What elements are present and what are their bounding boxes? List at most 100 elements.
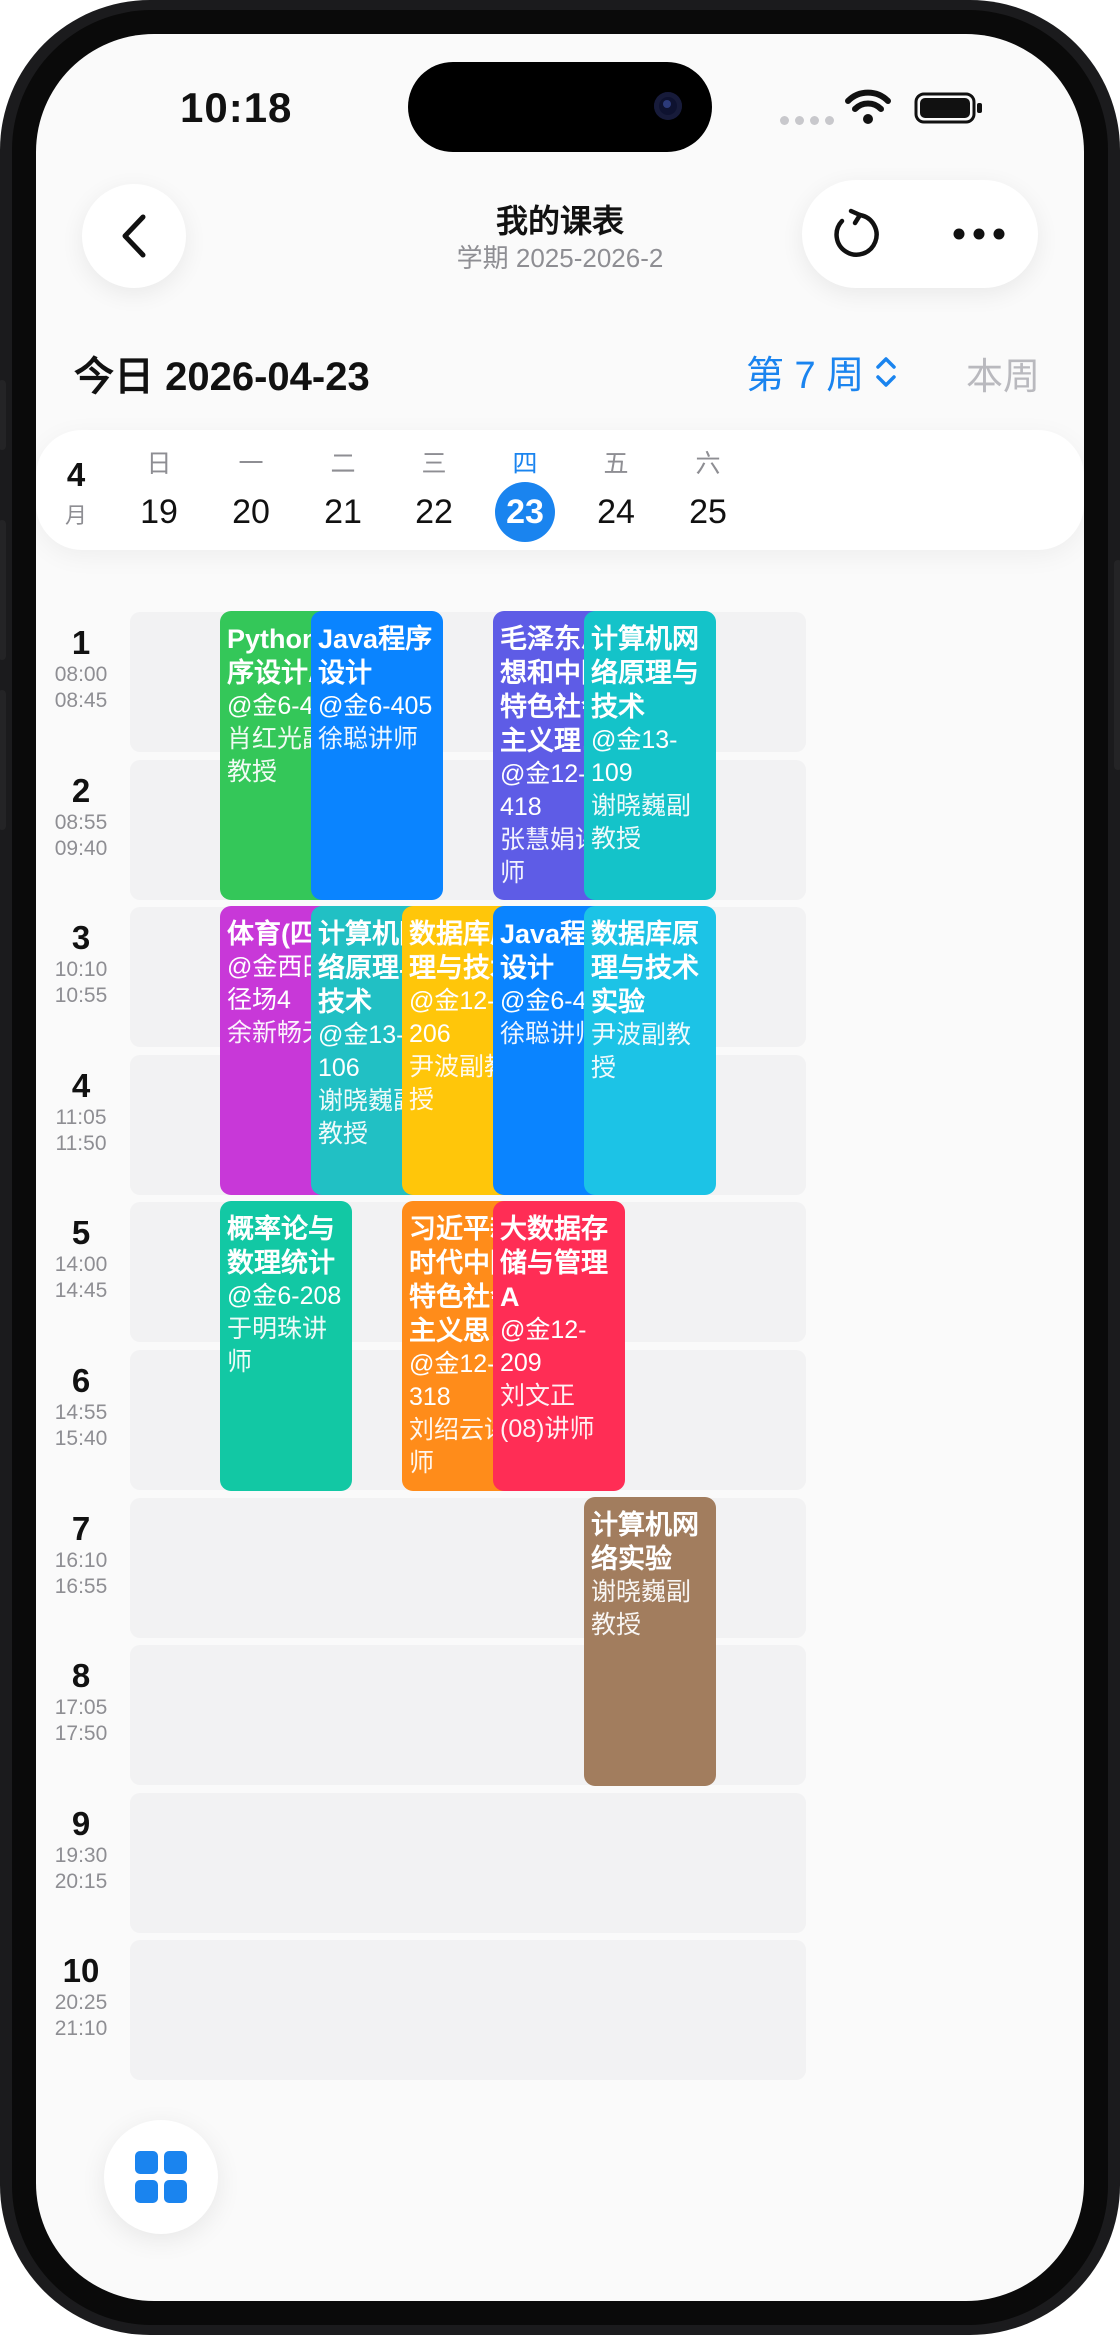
day-date: 21 — [324, 493, 362, 531]
course-name: Java程序设计 — [318, 624, 433, 688]
course-name: 计算机网络原理与技术 — [591, 624, 699, 722]
period-start-time: 14:55 — [54, 1401, 108, 1424]
header-actions — [802, 180, 1038, 288]
course-card[interactable]: Java程序设计 @金6-405 徐聪讲师 — [311, 611, 443, 901]
battery-icon — [914, 92, 982, 124]
dynamic-island — [408, 62, 712, 152]
course-card[interactable]: 数据库原理与技术实验 尹波副教授 — [584, 906, 716, 1196]
refresh-button[interactable] — [816, 194, 896, 274]
period-end-time: 17:50 — [54, 1722, 108, 1746]
period-start-time: 08:55 — [54, 810, 108, 834]
course-card[interactable]: 大数据存储与管理A @金12-209 刘文正(08)讲师 — [493, 1201, 625, 1491]
period-label: 4 11:05 11:50 — [36, 1051, 126, 1197]
period-number: 5 — [71, 1214, 91, 1252]
chevron-up-down-icon — [876, 356, 896, 387]
day-date: 20 — [232, 493, 270, 531]
period-number: 7 — [71, 1509, 91, 1547]
period-start-time: 11:05 — [55, 1105, 107, 1129]
wifi-icon — [845, 89, 891, 124]
course-card[interactable]: 计算机网络原理与技术 @金13-109 谢晓巍副教授 — [584, 611, 716, 901]
course-name: 数据库原理与技术实验 — [591, 919, 699, 1018]
period-end-time: 15:40 — [54, 1427, 108, 1450]
grid-icon — [135, 2151, 187, 2203]
period-end-time: 09:40 — [54, 836, 108, 860]
course-card[interactable]: 计算机网络实验 谢晓巍副教授 — [584, 1496, 716, 1786]
action-button — [0, 380, 6, 450]
day-date: 19 — [140, 493, 178, 531]
status-time: 10:18 — [180, 84, 293, 131]
period-number: 10 — [62, 1952, 100, 1990]
period-label: 3 10:10 10:55 — [36, 903, 126, 1049]
volume-down-button — [0, 690, 6, 830]
period-label: 5 14:00 14:45 — [36, 1198, 126, 1344]
period-label: 6 14:55 15:40 — [36, 1346, 126, 1492]
timetable-cell[interactable] — [676, 1940, 806, 2081]
timetable-grid: 1 08:00 08:45 2 08:55 09:40 3 10:10 10:55 4 11:05 1… — [36, 608, 1084, 2098]
period-label: 9 19:30 20:15 — [36, 1789, 126, 1935]
day-weekday: 六 — [695, 450, 721, 478]
course-room: @金6-208 — [227, 1282, 342, 1311]
day-header[interactable]: 六 25 — [641, 430, 775, 550]
period-number: 4 — [71, 1066, 91, 1104]
course-name: 计算机网络实验 — [591, 1509, 699, 1574]
period-number: 3 — [71, 919, 91, 957]
course-teacher: 谢晓巍副教授 — [591, 792, 692, 853]
course-name: 概率论与数理统计 — [227, 1214, 335, 1279]
course-name: 大数据存储与管理A — [500, 1214, 608, 1313]
phone-frame: 10:18 我的课表 学期 2025-2026-2 今日 2026-04-23 … — [0, 0, 1120, 2335]
power-button — [1114, 560, 1120, 770]
period-label: 2 08:55 09:40 — [36, 756, 126, 902]
course-room: @金13-109 — [591, 726, 678, 787]
more-button[interactable] — [934, 194, 1024, 274]
day-date-selected: 23 — [495, 482, 555, 542]
period-number: 9 — [71, 1804, 91, 1842]
period-number: 8 — [71, 1657, 91, 1695]
period-label: 1 08:00 08:45 — [36, 608, 126, 754]
period-label: 10 20:25 21:10 — [36, 1936, 126, 2082]
period-number: 1 — [71, 624, 91, 661]
period-start-time: 14:00 — [54, 1253, 108, 1277]
course-teacher: 刘文正(08)讲师 — [500, 1382, 595, 1444]
period-start-time: 17:05 — [54, 1696, 108, 1720]
course-teacher: 于明珠讲师 — [227, 1315, 328, 1377]
period-start-time: 16:10 — [54, 1548, 108, 1572]
period-number: 6 — [71, 1362, 91, 1399]
course-room: @金6-405 — [318, 692, 433, 720]
volume-up-button — [0, 520, 6, 660]
period-end-time: 21:10 — [54, 2017, 108, 2041]
period-end-time: 08:45 — [54, 689, 108, 712]
period-number: 2 — [71, 771, 91, 809]
period-start-time: 19:30 — [54, 1843, 108, 1867]
timetable-cell[interactable] — [676, 1350, 806, 1490]
refresh-icon — [834, 208, 879, 257]
course-room: @金12-209 — [500, 1316, 587, 1378]
week-selector[interactable]: 第 7 周 — [746, 344, 898, 399]
more-dots-icon — [953, 228, 1005, 240]
week-days-bar: 4 月 日 19 一 20 二 21 三 22 四 23 五 24 六 25 — [36, 430, 1084, 550]
period-end-time: 10:55 — [54, 984, 108, 1008]
cellular-signal-icon — [780, 116, 834, 125]
period-start-time: 10:10 — [54, 958, 108, 982]
period-end-time: 11:50 — [55, 1131, 107, 1155]
period-end-time: 20:15 — [54, 1869, 108, 1893]
period-start-time: 08:00 — [54, 663, 108, 686]
course-card[interactable]: 概率论与数理统计 @金6-208 于明珠讲师 — [220, 1201, 352, 1491]
day-date: 22 — [415, 493, 453, 531]
timetable-cell[interactable] — [676, 1792, 806, 1933]
period-end-time: 14:45 — [54, 1279, 108, 1303]
course-teacher: 徐聪讲师 — [318, 725, 419, 753]
today-date: 今日 2026-04-23 — [74, 355, 370, 399]
week-label: 第 7 周 — [746, 355, 865, 397]
day-date: 24 — [597, 493, 635, 531]
period-label: 7 16:10 16:55 — [36, 1494, 126, 1640]
course-teacher: 尹波副教授 — [591, 1021, 692, 1083]
day-date: 25 — [689, 493, 727, 531]
period-start-time: 20:25 — [54, 1991, 108, 2015]
app-screen: 10:18 我的课表 学期 2025-2026-2 今日 2026-04-23 … — [36, 34, 1084, 2301]
view-switch-button[interactable] — [104, 2120, 218, 2234]
camera-icon — [654, 92, 682, 120]
course-teacher: 谢晓巍副教授 — [591, 1577, 692, 1639]
this-week-button[interactable]: 本周 — [966, 346, 1040, 400]
period-end-time: 16:55 — [54, 1574, 108, 1598]
timetable-cell[interactable] — [676, 1202, 806, 1343]
